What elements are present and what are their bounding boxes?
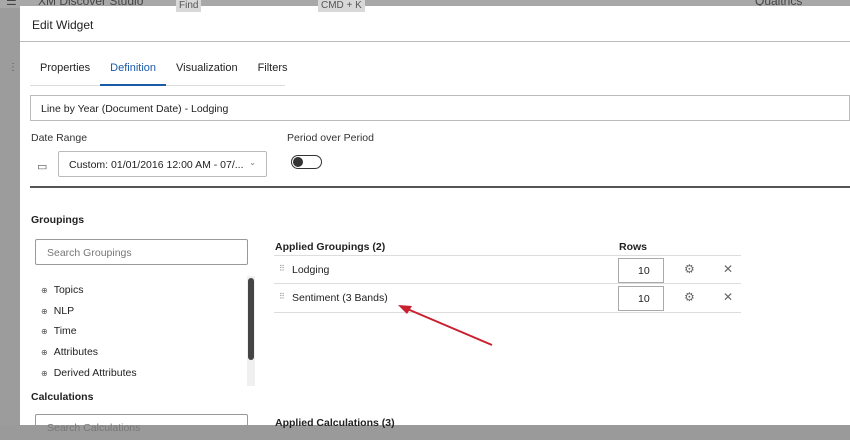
arrow-line <box>404 307 493 346</box>
shortcut-hint: CMD + K <box>318 0 365 12</box>
annotation-arrow <box>398 305 493 346</box>
find-input: Find <box>176 0 202 12</box>
